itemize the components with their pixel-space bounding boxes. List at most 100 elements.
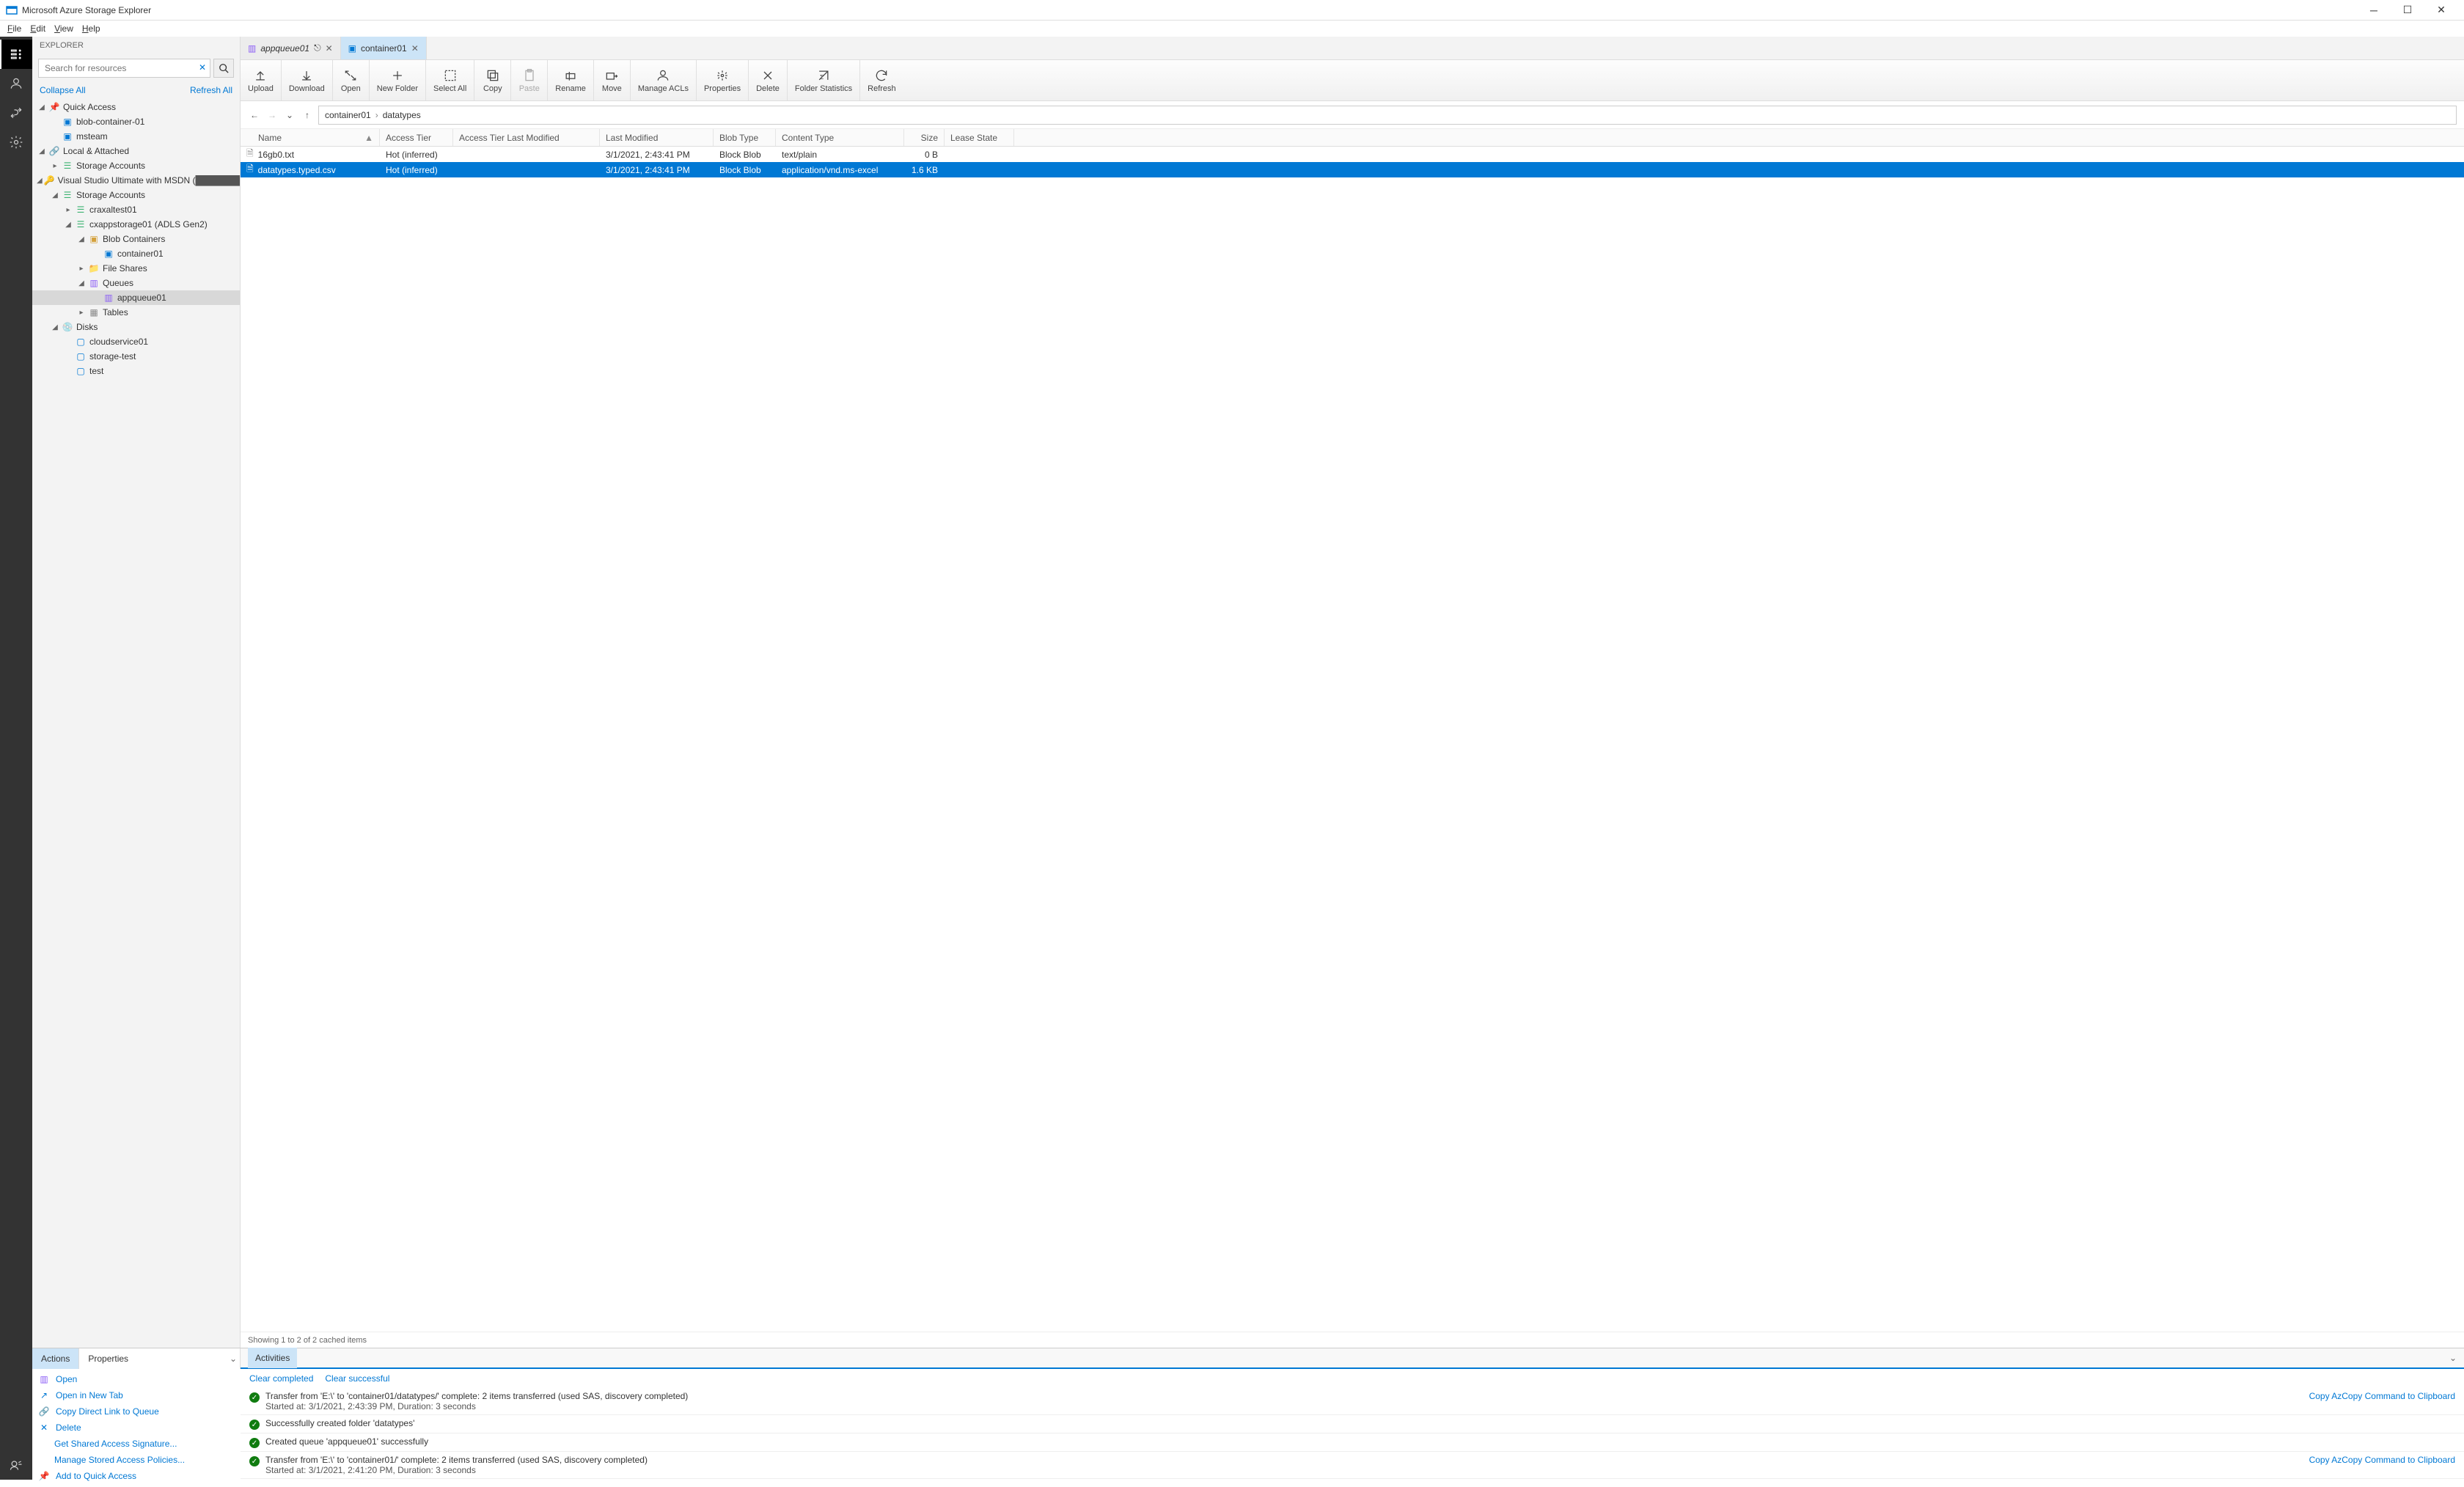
tree-sa-craxaltest01[interactable]: ▸☰ craxaltest01 (32, 202, 240, 217)
tree-storage-accounts-la[interactable]: ▸☰ Storage Accounts (32, 158, 240, 173)
tool-open[interactable]: Open (333, 60, 370, 100)
action-manage-policies[interactable]: Manage Stored Access Policies... (32, 1452, 241, 1468)
tree-quick-access[interactable]: ◢📌 Quick Access (32, 100, 240, 114)
refresh-all-link[interactable]: Refresh All (190, 85, 232, 95)
activity-account[interactable] (0, 69, 32, 98)
breadcrumb-part[interactable]: container01 (325, 110, 371, 120)
clear-completed-link[interactable]: Clear completed (249, 1373, 313, 1384)
nav-up-icon[interactable]: ↑ (301, 109, 314, 122)
action-get-sas[interactable]: Get Shared Access Signature... (32, 1436, 241, 1452)
grid-row[interactable]: 🗎datatypes.typed.csv Hot (inferred) 3/1/… (241, 162, 2464, 177)
clear-search-icon[interactable]: ✕ (199, 62, 206, 73)
tab-actions[interactable]: Actions (32, 1348, 79, 1369)
minimize-button[interactable]: ─ (2357, 0, 2391, 21)
activity-connect[interactable] (0, 98, 32, 128)
tool-folder-stats[interactable]: ΣFolder Statistics (788, 60, 860, 100)
copy-azcopy-link[interactable]: Copy AzCopy Command to Clipboard (2309, 1391, 2455, 1401)
tree-local-attached[interactable]: ◢🔗 Local & Attached (32, 144, 240, 158)
search-button[interactable] (213, 59, 234, 78)
nav-recent-icon[interactable]: ⌄ (283, 109, 296, 122)
cell-size: 1.6 KB (904, 165, 945, 175)
activity-item: ✓Successfully created folder 'datatypes' (241, 1415, 2464, 1433)
action-open[interactable]: ▥Open (32, 1371, 241, 1387)
collapse-all-link[interactable]: Collapse All (40, 85, 86, 95)
col-content-type[interactable]: Content Type (776, 129, 904, 146)
tool-new-folder[interactable]: New Folder (370, 60, 426, 100)
maximize-button[interactable]: ☐ (2391, 0, 2424, 21)
editor-tab-appqueue01[interactable]: ▥ appqueue01 ⎋ ✕ (241, 37, 341, 59)
tree-qa-item[interactable]: ▣ blob-container-01 (32, 114, 240, 129)
col-tier-modified[interactable]: Access Tier Last Modified (453, 129, 600, 146)
close-button[interactable]: ✕ (2424, 0, 2458, 21)
tree-label: Visual Studio Ultimate with MSDN (██████… (58, 175, 240, 186)
search-input[interactable] (38, 59, 210, 78)
tool-copy[interactable]: Copy (474, 60, 511, 100)
chevron-down-icon[interactable]: ⌄ (230, 1354, 237, 1364)
breadcrumb[interactable]: container01 › datatypes (318, 106, 2457, 125)
grid-row[interactable]: 🗎16gb0.txt Hot (inferred) 3/1/2021, 2:43… (241, 147, 2464, 162)
storage-icon: ☰ (75, 204, 87, 216)
tree-container01[interactable]: ▣ container01 (32, 246, 240, 261)
chevron-down-icon[interactable]: ⌄ (2449, 1353, 2457, 1363)
tool-manage-acls[interactable]: Manage ACLs (631, 60, 697, 100)
tool-label: Upload (248, 84, 274, 93)
tool-upload[interactable]: Upload (241, 60, 282, 100)
action-delete[interactable]: ✕Delete (32, 1420, 241, 1436)
tab-activities[interactable]: Activities (248, 1348, 297, 1368)
activity-settings[interactable] (0, 128, 32, 157)
col-size[interactable]: Size (904, 129, 945, 146)
chevron-right-icon: › (375, 110, 378, 120)
tree-disk-item[interactable]: ▢ storage-test (32, 349, 240, 364)
close-icon[interactable]: ✕ (411, 43, 419, 54)
tree-subscription[interactable]: ◢🔑 Visual Studio Ultimate with MSDN (███… (32, 173, 240, 188)
actions-properties-panel: Actions Properties ⌄ ▥Open ↗Open in New … (32, 1348, 241, 1480)
col-lease[interactable]: Lease State (945, 129, 1014, 146)
tree-disk-item[interactable]: ▢ cloudservice01 (32, 334, 240, 349)
explorer-header: EXPLORER (32, 37, 240, 54)
col-access-tier[interactable]: Access Tier (380, 129, 453, 146)
action-copy-link[interactable]: 🔗Copy Direct Link to Queue (32, 1403, 241, 1420)
breadcrumb-part[interactable]: datatypes (383, 110, 421, 120)
tool-download[interactable]: Download (282, 60, 333, 100)
tree-disks[interactable]: ◢💿 Disks (32, 320, 240, 334)
tree-blob-containers[interactable]: ◢▣ Blob Containers (32, 232, 240, 246)
action-add-quick-access[interactable]: 📌Add to Quick Access (32, 1468, 241, 1484)
connected-icon: ⎋ (314, 43, 321, 54)
clear-successful-link[interactable]: Clear successful (325, 1373, 389, 1384)
menu-view[interactable]: View (50, 23, 78, 34)
tool-properties[interactable]: Properties (697, 60, 749, 100)
activity-explorer[interactable] (0, 40, 32, 69)
action-open-new-tab[interactable]: ↗Open in New Tab (32, 1387, 241, 1403)
menu-file[interactable]: File (3, 23, 26, 34)
tree-appqueue01[interactable]: ▥ appqueue01 (32, 290, 240, 305)
menubar: File Edit View Help (0, 21, 2464, 37)
copy-azcopy-link[interactable]: Copy AzCopy Command to Clipboard (2309, 1455, 2455, 1465)
menu-help[interactable]: Help (78, 23, 105, 34)
tree-storage-accounts[interactable]: ◢☰ Storage Accounts (32, 188, 240, 202)
tree-queues[interactable]: ◢▥ Queues (32, 276, 240, 290)
tree-disk-item[interactable]: ▢ test (32, 364, 240, 378)
tool-move[interactable]: Move (594, 60, 631, 100)
activity-feedback[interactable] (0, 1450, 32, 1480)
tree-tables[interactable]: ▸▦ Tables (32, 305, 240, 320)
menu-edit[interactable]: Edit (26, 23, 50, 34)
tree-qa-item[interactable]: ▣ msteam (32, 129, 240, 144)
tool-refresh[interactable]: Refresh (860, 60, 903, 100)
tool-select-all[interactable]: Select All (426, 60, 474, 100)
tree-label: blob-container-01 (76, 117, 144, 127)
close-icon[interactable]: ✕ (326, 43, 333, 54)
nav-forward-icon[interactable]: → (265, 109, 279, 122)
nav-back-icon[interactable]: ← (248, 109, 261, 122)
col-blob-type[interactable]: Blob Type (714, 129, 776, 146)
tool-delete[interactable]: Delete (749, 60, 788, 100)
tool-label: Folder Statistics (795, 84, 852, 93)
tree-file-shares[interactable]: ▸📁 File Shares (32, 261, 240, 276)
col-modified[interactable]: Last Modified (600, 129, 714, 146)
editor-tab-container01[interactable]: ▣ container01 ✕ (341, 37, 427, 59)
tool-rename[interactable]: Rename (548, 60, 594, 100)
activity-message: Transfer from 'E:\' to 'container01/' co… (265, 1455, 2303, 1475)
cell-tier: Hot (inferred) (380, 165, 453, 175)
tree-sa-cxappstorage01[interactable]: ◢☰ cxappstorage01 (ADLS Gen2) (32, 217, 240, 232)
col-name[interactable]: Name▲ (241, 129, 380, 146)
tab-properties[interactable]: Properties ⌄ (79, 1348, 241, 1369)
